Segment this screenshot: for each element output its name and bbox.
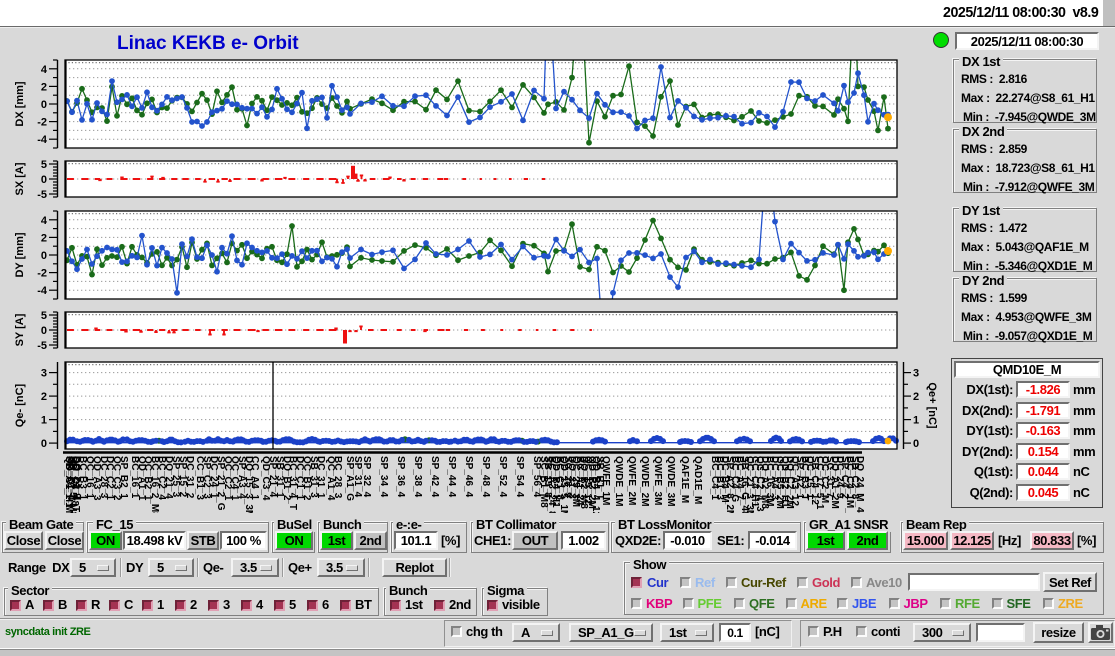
svg-text:5: 5 [41, 310, 47, 322]
svg-text:SX [A]: SX [A] [14, 162, 26, 195]
svg-text:-4: -4 [37, 134, 48, 146]
svg-text:SY [A]: SY [A] [14, 313, 26, 346]
svg-text:4: 4 [41, 64, 48, 76]
svg-text:SP_48_4: SP_48_4 [480, 456, 491, 498]
svg-text:CC_A4_1: CC_A4_1 [249, 456, 260, 500]
svg-text:QWDE_1M: QWDE_1M [613, 456, 624, 507]
svg-text:5: 5 [41, 159, 47, 171]
svg-text:SP_36_4: SP_36_4 [395, 456, 406, 498]
svg-text:QAD1E_M: QAD1E_M [692, 456, 703, 504]
svg-text:SP_32_4: SP_32_4 [361, 456, 372, 498]
svg-text:2: 2 [41, 391, 47, 403]
svg-text:1: 1 [41, 415, 47, 427]
svg-text:0: 0 [41, 325, 47, 337]
svg-text:0: 0 [41, 174, 47, 186]
svg-text:DC_31_1: DC_31_1 [315, 456, 326, 499]
svg-text:QAF1E_M: QAF1E_M [679, 456, 690, 503]
svg-text:-2: -2 [37, 117, 47, 129]
svg-text:QWDE_3M: QWDE_3M [665, 456, 676, 507]
svg-text:2: 2 [41, 81, 47, 93]
svg-text:SP_44_4: SP_44_4 [446, 456, 457, 498]
svg-text:-2: -2 [37, 268, 47, 280]
svg-text:0: 0 [41, 99, 47, 111]
svg-text:-5: -5 [37, 189, 47, 201]
svg-text:QWDE_2M: QWDE_2M [639, 456, 650, 507]
svg-text:3: 3 [913, 368, 919, 380]
svg-text:Qe- [nC]: Qe- [nC] [14, 383, 26, 427]
svg-text:SP_34_4: SP_34_4 [378, 456, 389, 498]
svg-text:-4: -4 [37, 285, 48, 297]
svg-text:SP_38_4: SP_38_4 [412, 456, 423, 498]
svg-text:DX [mm]: DX [mm] [14, 81, 26, 127]
svg-text:SP_54_4: SP_54_4 [514, 456, 525, 498]
svg-text:DY [mm]: DY [mm] [14, 232, 26, 277]
svg-text:SP_B2_1: SP_B2_1 [118, 456, 129, 499]
svg-text:DQ_24_9: DQ_24_9 [71, 456, 82, 499]
svg-text:SP_52_4: SP_52_4 [497, 456, 508, 498]
svg-text:BC_28_3: BC_28_3 [332, 456, 343, 499]
svg-text:QWFE_1M: QWFE_1M [600, 456, 611, 505]
svg-text:SP_42_4: SP_42_4 [429, 456, 440, 498]
svg-text:QWFE_3M: QWFE_3M [652, 456, 663, 505]
svg-text:4: 4 [41, 215, 48, 227]
svg-text:0: 0 [41, 438, 47, 450]
svg-text:0: 0 [41, 250, 47, 262]
svg-text:QWFE_2M: QWFE_2M [626, 456, 637, 505]
svg-text:DC_31_2: DC_31_2 [184, 456, 195, 499]
svg-text:2: 2 [41, 232, 47, 244]
svg-text:-5: -5 [37, 340, 47, 352]
svg-text:3: 3 [41, 368, 47, 380]
svg-text:SP_46_4: SP_46_4 [463, 456, 474, 498]
